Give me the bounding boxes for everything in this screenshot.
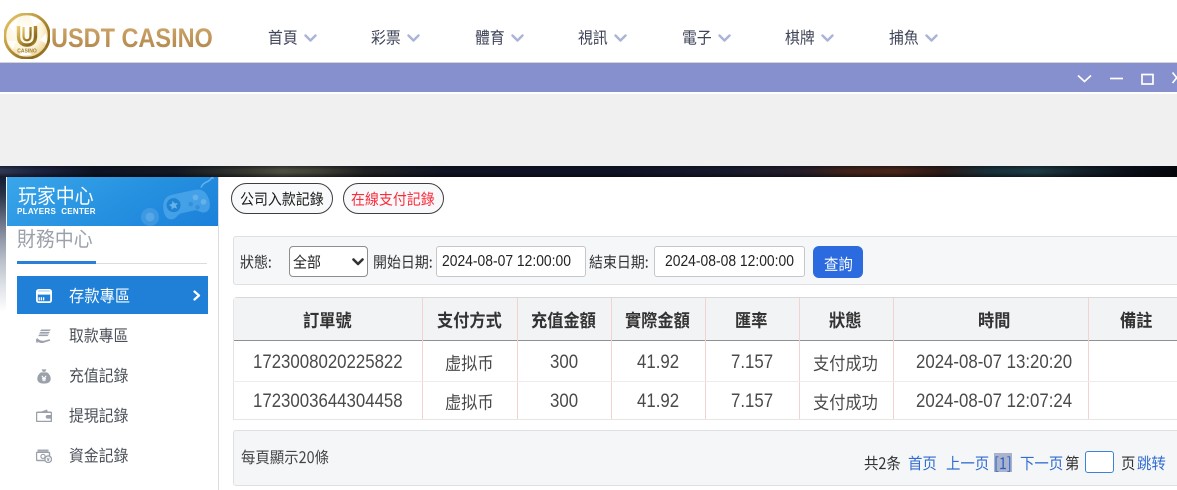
svg-text:CASINO: CASINO <box>17 49 37 55</box>
